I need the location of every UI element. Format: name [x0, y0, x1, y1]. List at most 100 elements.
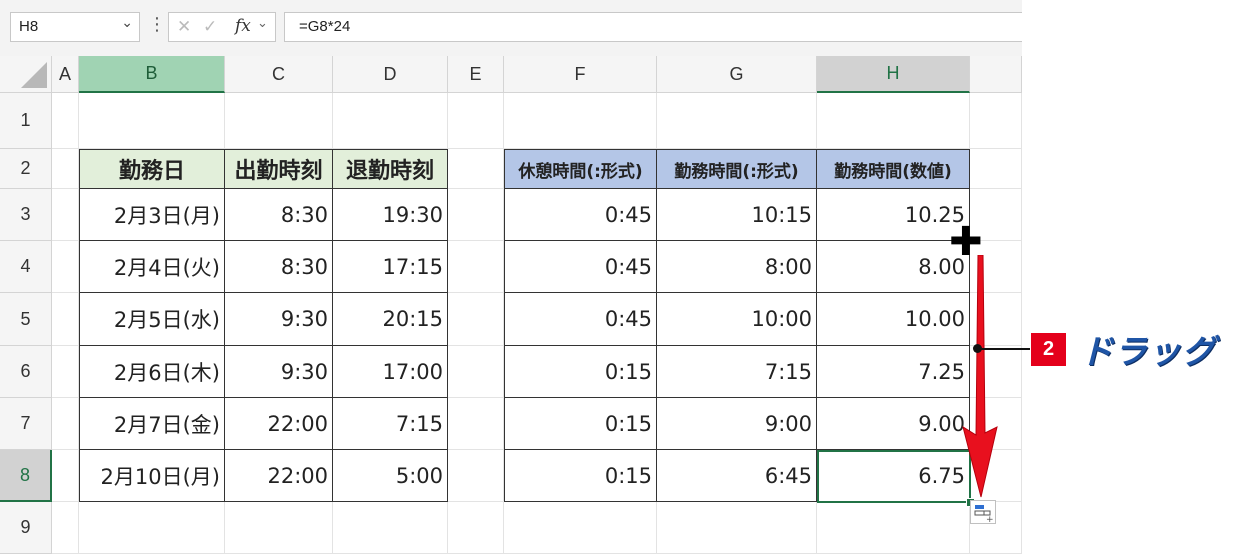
grid-cell[interactable] — [448, 346, 504, 398]
table-left-cell[interactable]: 22:00 — [225, 398, 333, 450]
grid-cell[interactable] — [333, 93, 448, 149]
grid-cell[interactable] — [448, 93, 504, 149]
table-left-cell[interactable]: 2月4日(火) — [79, 241, 225, 293]
grid-cell[interactable] — [333, 502, 448, 554]
grid-cell[interactable] — [970, 93, 1022, 149]
grid-cell[interactable] — [504, 93, 657, 149]
table-right-header[interactable]: 勤務時間(:形式) — [657, 149, 817, 189]
grid-cell[interactable] — [448, 189, 504, 241]
select-all-corner[interactable] — [0, 56, 52, 93]
formula-text: =G8*24 — [299, 18, 351, 35]
table-left-cell[interactable]: 2月7日(金) — [79, 398, 225, 450]
table-right-cell[interactable]: 0:15 — [504, 450, 657, 502]
row-header-8[interactable]: 8 — [0, 450, 52, 502]
table-left-cell[interactable]: 17:15 — [333, 241, 448, 293]
table-left-cell[interactable]: 19:30 — [333, 189, 448, 241]
grid-cell[interactable] — [225, 93, 333, 149]
table-right-cell[interactable]: 0:45 — [504, 241, 657, 293]
column-header-h[interactable]: H — [817, 56, 970, 93]
table-right-cell[interactable]: 0:15 — [504, 346, 657, 398]
formula-bar: H8 ⌄ ⋮ ✕ ✓ fx ⌄ =G8*24 — [0, 0, 1022, 57]
enter-icon[interactable]: ✓ — [203, 17, 217, 37]
insert-function-icon[interactable]: fx — [235, 16, 251, 36]
row-header-3[interactable]: 3 — [0, 189, 52, 241]
table-right-cell[interactable]: 0:45 — [504, 293, 657, 346]
grid-cell[interactable] — [52, 149, 79, 189]
cancel-icon[interactable]: ✕ — [177, 17, 191, 37]
table-left-header[interactable]: 出勤時刻 — [225, 149, 333, 189]
column-header-b[interactable]: B — [79, 56, 225, 93]
table-left-cell[interactable]: 9:30 — [225, 346, 333, 398]
table-left-cell[interactable]: 2月6日(木) — [79, 346, 225, 398]
table-left-cell[interactable]: 7:15 — [333, 398, 448, 450]
grid-cell[interactable] — [52, 189, 79, 241]
table-left-cell[interactable]: 5:00 — [333, 450, 448, 502]
grid-cell[interactable] — [448, 398, 504, 450]
grid-cell[interactable] — [52, 502, 79, 554]
grid-cell[interactable] — [52, 398, 79, 450]
grid-cell[interactable] — [657, 502, 817, 554]
table-left-cell[interactable]: 2月10日(月) — [79, 450, 225, 502]
table-right-cell[interactable]: 0:45 — [504, 189, 657, 241]
grid-cell[interactable] — [504, 502, 657, 554]
grid-cell[interactable] — [817, 93, 970, 149]
grid-cell[interactable] — [52, 93, 79, 149]
table-left-cell[interactable]: 9:30 — [225, 293, 333, 346]
chevron-down-icon[interactable]: ⌄ — [121, 15, 133, 31]
column-header-c[interactable]: C — [225, 56, 333, 93]
step-badge: 2 — [1031, 333, 1066, 366]
table-right-cell[interactable]: 6:45 — [657, 450, 817, 502]
grid-cell[interactable] — [52, 293, 79, 346]
row-header-1[interactable]: 1 — [0, 93, 52, 149]
grid-cell[interactable] — [79, 93, 225, 149]
table-left-cell[interactable]: 2月5日(水) — [79, 293, 225, 346]
row-header-5[interactable]: 5 — [0, 293, 52, 346]
table-left-cell[interactable]: 22:00 — [225, 450, 333, 502]
table-right-cell[interactable]: 0:15 — [504, 398, 657, 450]
table-right-cell[interactable]: 9:00 — [657, 398, 817, 450]
grid-cell[interactable] — [817, 502, 970, 554]
grid-cell[interactable] — [79, 502, 225, 554]
row-header-4[interactable]: 4 — [0, 241, 52, 293]
grid-cell[interactable] — [52, 241, 79, 293]
table-left-header[interactable]: 勤務日 — [79, 149, 225, 189]
table-right-header[interactable]: 休憩時間(:形式) — [504, 149, 657, 189]
grid-cell[interactable] — [225, 502, 333, 554]
table-left-header[interactable]: 退勤時刻 — [333, 149, 448, 189]
row-header-9[interactable]: 9 — [0, 502, 52, 554]
grid-cell[interactable] — [657, 93, 817, 149]
column-header-e[interactable]: E — [448, 56, 504, 93]
table-left-cell[interactable]: 17:00 — [333, 346, 448, 398]
grid-cell[interactable] — [970, 149, 1022, 189]
column-header-a[interactable]: A — [52, 56, 79, 93]
row-header-2[interactable]: 2 — [0, 149, 52, 189]
name-box[interactable]: H8 ⌄ — [10, 12, 140, 42]
table-left-cell[interactable]: 2月3日(月) — [79, 189, 225, 241]
drag-instruction: ドラッグ — [1080, 332, 1216, 371]
formula-input[interactable]: =G8*24 — [284, 12, 1022, 42]
table-right-cell[interactable]: 10:15 — [657, 189, 817, 241]
column-header-g[interactable]: G — [657, 56, 817, 93]
table-right-header[interactable]: 勤務時間(数値) — [817, 149, 970, 189]
table-left-cell[interactable]: 20:15 — [333, 293, 448, 346]
grid-cell[interactable] — [448, 502, 504, 554]
table-right-cell[interactable]: 8:00 — [657, 241, 817, 293]
grid-cell[interactable] — [52, 346, 79, 398]
table-right-cell[interactable]: 10.25 — [817, 189, 970, 241]
grid-cell[interactable] — [448, 450, 504, 502]
column-header-d[interactable]: D — [333, 56, 448, 93]
grid-cell[interactable] — [52, 450, 79, 502]
column-header-f[interactable]: F — [504, 56, 657, 93]
table-left-cell[interactable]: 8:30 — [225, 189, 333, 241]
grid-cell[interactable] — [448, 241, 504, 293]
spreadsheet-window: H8 ⌄ ⋮ ✕ ✓ fx ⌄ =G8*24 ABCDEFGH123456789… — [0, 0, 1022, 554]
row-header-7[interactable]: 7 — [0, 398, 52, 450]
row-header-6[interactable]: 6 — [0, 346, 52, 398]
more-options-icon[interactable]: ⋮ — [148, 14, 166, 35]
table-right-cell[interactable]: 7:15 — [657, 346, 817, 398]
table-left-cell[interactable]: 8:30 — [225, 241, 333, 293]
grid-cell[interactable] — [448, 149, 504, 189]
grid-cell[interactable] — [448, 293, 504, 346]
chevron-down-icon[interactable]: ⌄ — [257, 16, 268, 31]
table-right-cell[interactable]: 10:00 — [657, 293, 817, 346]
